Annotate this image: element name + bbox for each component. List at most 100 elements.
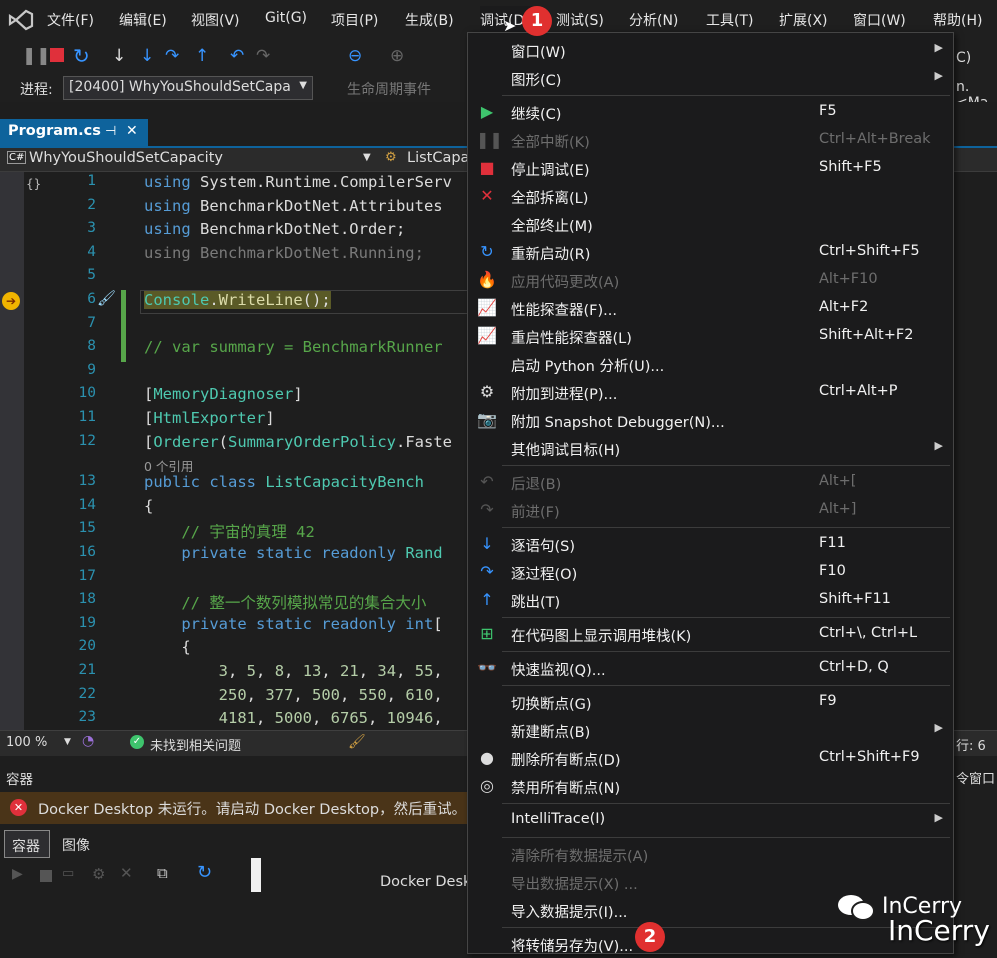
menu-item-shortcut: F11: [819, 535, 846, 551]
code-line[interactable]: 3, 5, 8, 13, 21, 34, 55,: [144, 662, 443, 680]
undo-icon[interactable]: ↶: [230, 46, 244, 66]
line-number: 3: [87, 220, 96, 237]
code-line[interactable]: using BenchmarkDotNet.Running;: [144, 244, 424, 262]
menu-10[interactable]: 扩展(X): [779, 10, 828, 30]
debug-menu-item[interactable]: 📷 附加 Snapshot Debugger(N)...: [468, 406, 953, 434]
process-label: 进程:: [20, 82, 53, 98]
menu-7[interactable]: 测试(S): [556, 10, 604, 30]
tab-containers[interactable]: 容器: [4, 830, 50, 858]
menu-0[interactable]: 文件(F): [47, 10, 94, 30]
code-line[interactable]: 4181, 5000, 6765, 10946,: [144, 709, 443, 727]
play-icon[interactable]: ▶: [12, 866, 23, 882]
code-line[interactable]: [MemoryDiagnoser]: [144, 385, 303, 403]
code-line[interactable]: {: [144, 638, 190, 656]
pause-icon[interactable]: ❚❚: [22, 46, 51, 66]
step-next-icon[interactable]: ↓: [112, 46, 126, 66]
menu-1[interactable]: 编辑(E): [119, 10, 167, 30]
restart-icon[interactable]: ↻: [73, 46, 90, 66]
debug-menu-item[interactable]: ⊞ 在代码图上显示调用堆栈(K) Ctrl+\, Ctrl+L: [468, 620, 953, 648]
change-tracking-bar: [121, 290, 126, 362]
code-line[interactable]: 250, 377, 500, 550, 610,: [144, 686, 443, 704]
tab-images[interactable]: 图像: [62, 835, 90, 855]
line-number: 4: [87, 243, 96, 260]
code-line[interactable]: using System.Runtime.CompilerServ: [144, 173, 452, 191]
pin-icon[interactable]: ⊣: [105, 124, 116, 139]
debug-menu-item[interactable]: 全部终止(M): [468, 210, 953, 238]
redo-icon[interactable]: ↷: [256, 46, 270, 66]
menu-item-label: 停止调试(E): [511, 163, 590, 179]
step-over-icon[interactable]: ↷: [165, 46, 179, 66]
code-line[interactable]: using BenchmarkDotNet.Order;: [144, 220, 405, 238]
menu-5[interactable]: 生成(B): [405, 10, 454, 30]
code-line[interactable]: // 宇宙的真理 42: [144, 520, 315, 542]
member-dropdown[interactable]: ⚙ ListCapa: [385, 150, 470, 170]
hot-reload-icon: 🔥: [477, 270, 497, 289]
menu-4[interactable]: 项目(P): [331, 10, 378, 30]
debug-menu-item[interactable]: ↓ 逐语句(S) F11: [468, 530, 953, 558]
menu-9[interactable]: 工具(T): [706, 10, 753, 30]
debug-menu-item[interactable]: 启动 Python 分析(U)...: [468, 350, 953, 378]
chevron-down-icon[interactable]: ▼: [64, 737, 71, 747]
debug-menu-item[interactable]: ▶ 继续(C) F5: [468, 98, 953, 126]
debug-menu-item[interactable]: IntelliTrace(I) ▶: [468, 806, 953, 834]
copilot-icon[interactable]: ◔: [82, 733, 94, 749]
code-line[interactable]: private static readonly Rand: [144, 544, 442, 562]
code-line[interactable]: Console.WriteLine();: [144, 291, 331, 309]
process-dropdown[interactable]: [20400] WhyYouShouldSetCapa ▼: [63, 76, 313, 100]
code-line[interactable]: // 整一个数列模拟常见的集合大小: [144, 591, 426, 613]
debug-menu-item[interactable]: ✕ 全部拆离(L): [468, 182, 953, 210]
menu-8[interactable]: 分析(N): [629, 10, 678, 30]
menu-2[interactable]: 视图(V): [191, 10, 240, 30]
menu-3[interactable]: Git(G): [265, 10, 307, 26]
code-line[interactable]: [Orderer(SummaryOrderPolicy.Faste: [144, 433, 452, 451]
close-icon[interactable]: ✕: [126, 123, 138, 139]
code-line[interactable]: private static readonly int[: [144, 615, 442, 633]
project-dropdown[interactable]: C# WhyYouShouldSetCapacity ▼: [5, 150, 375, 170]
debug-menu-item[interactable]: 窗口(W) ▶: [468, 36, 953, 64]
debug-menu-item[interactable]: 其他调试目标(H) ▶: [468, 434, 953, 462]
debug-menu-item[interactable]: ■ 停止调试(E) Shift+F5: [468, 154, 953, 182]
nav-forward-icon[interactable]: ⊕: [390, 46, 404, 66]
debug-menu-item[interactable]: 📈 重启性能探查器(L) Shift+Alt+F2: [468, 322, 953, 350]
code-line[interactable]: public class ListCapacityBench: [144, 473, 424, 491]
settings-icon[interactable]: ⚙: [92, 865, 105, 883]
code-line[interactable]: {: [144, 497, 153, 515]
stop-icon[interactable]: [40, 870, 52, 882]
debug-menu-item[interactable]: 导入数据提示(I)...: [468, 896, 953, 924]
zoom-level[interactable]: 100 %: [6, 735, 47, 750]
menu-11[interactable]: 窗口(W): [853, 10, 906, 30]
debug-menu-item[interactable]: ↷ 逐过程(O) F10: [468, 558, 953, 586]
debug-menu-item[interactable]: ↻ 重新启动(R) Ctrl+Shift+F5: [468, 238, 953, 266]
watermark-text: InCerry: [888, 914, 990, 947]
code-line[interactable]: using BenchmarkDotNet.Attributes: [144, 197, 443, 215]
issues-status[interactable]: 未找到相关问题: [150, 735, 241, 754]
code-line[interactable]: // var summary = BenchmarkRunner: [144, 338, 443, 356]
menu-item-label: 新建断点(B): [511, 725, 591, 741]
debug-menu-item[interactable]: 👓 快速监视(Q)... Ctrl+D, Q: [468, 654, 953, 682]
menu-12[interactable]: 帮助(H): [933, 10, 982, 30]
debug-menu-item[interactable]: 📈 性能探查器(F)... Alt+F2: [468, 294, 953, 322]
debug-menu-item[interactable]: 新建断点(B) ▶: [468, 716, 953, 744]
visual-studio-logo-icon: [8, 8, 34, 32]
step-out-icon[interactable]: ↑: [195, 46, 209, 66]
debug-menu-item[interactable]: ↑ 跳出(T) Shift+F11: [468, 586, 953, 614]
container-list-scrollbar[interactable]: [251, 858, 261, 892]
copy-icon[interactable]: ⧉: [157, 864, 168, 882]
refresh-icon[interactable]: ↻: [197, 862, 212, 883]
step-into-icon[interactable]: ↓: [140, 46, 154, 66]
delete-icon[interactable]: ✕: [120, 864, 133, 882]
terminal-icon[interactable]: ▭: [62, 866, 74, 881]
restart-icon: ↻: [480, 242, 494, 261]
lifecycle-events-label[interactable]: 生命周期事件: [347, 79, 431, 99]
debug-menu-item[interactable]: ● 删除所有断点(D) Ctrl+Shift+F9: [468, 744, 953, 772]
debug-menu-item[interactable]: ⚙ 附加到进程(P)... Ctrl+Alt+P: [468, 378, 953, 406]
debug-menu-item[interactable]: ◎ 禁用所有断点(N): [468, 772, 953, 800]
debug-menu-item[interactable]: 切换断点(G) F9: [468, 688, 953, 716]
reference-count[interactable]: 0 个引用: [144, 456, 193, 475]
brush-icon[interactable]: 🖌: [348, 734, 366, 750]
stop-icon[interactable]: [50, 48, 64, 62]
code-line[interactable]: [HtmlExporter]: [144, 409, 275, 427]
nav-back-icon[interactable]: ⊖: [348, 46, 362, 66]
tab-program-cs[interactable]: Program.cs ⊣ ✕: [0, 119, 148, 148]
debug-menu-item[interactable]: 图形(C) ▶: [468, 64, 953, 92]
